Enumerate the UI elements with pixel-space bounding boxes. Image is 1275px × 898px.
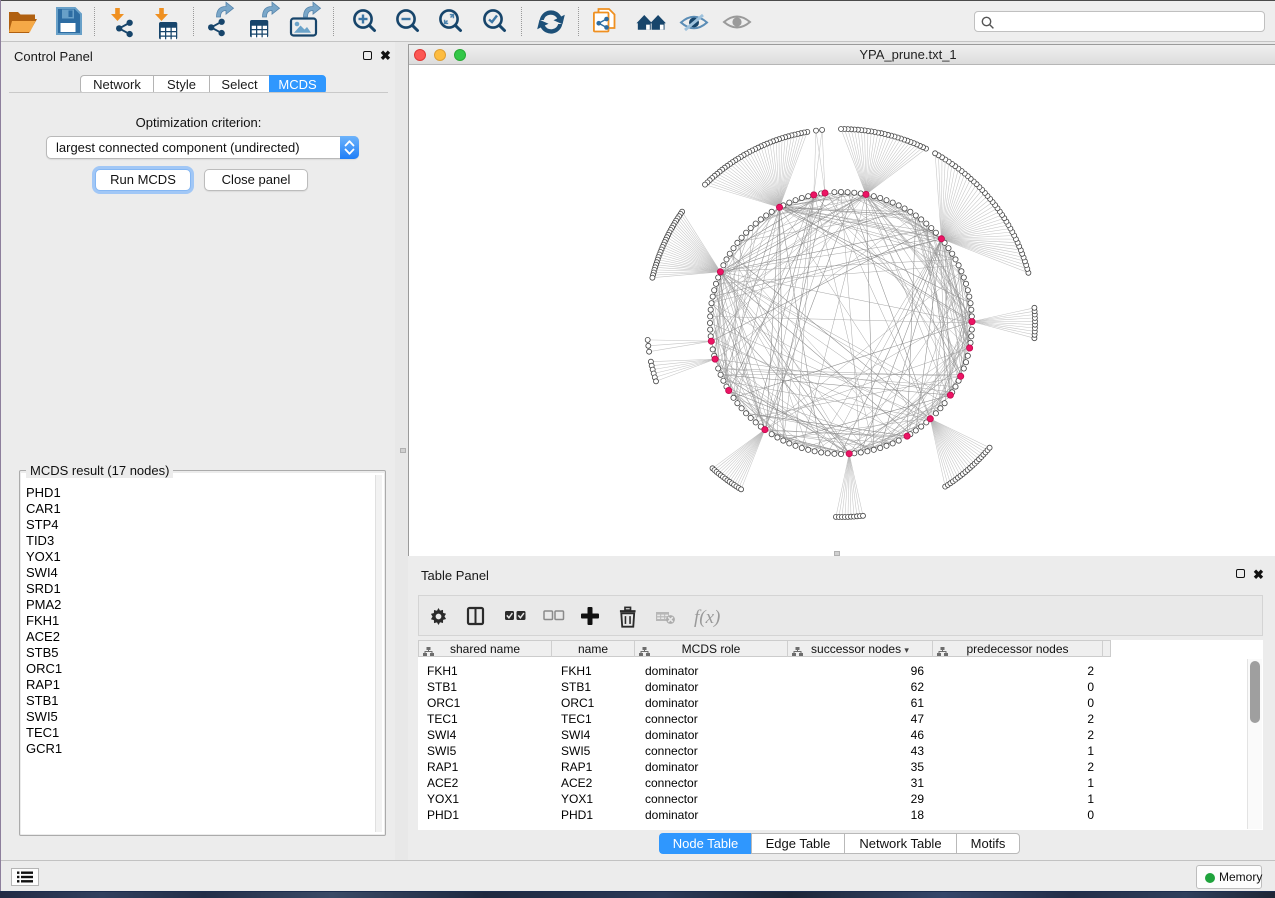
svg-text:f(x): f(x): [694, 607, 720, 628]
